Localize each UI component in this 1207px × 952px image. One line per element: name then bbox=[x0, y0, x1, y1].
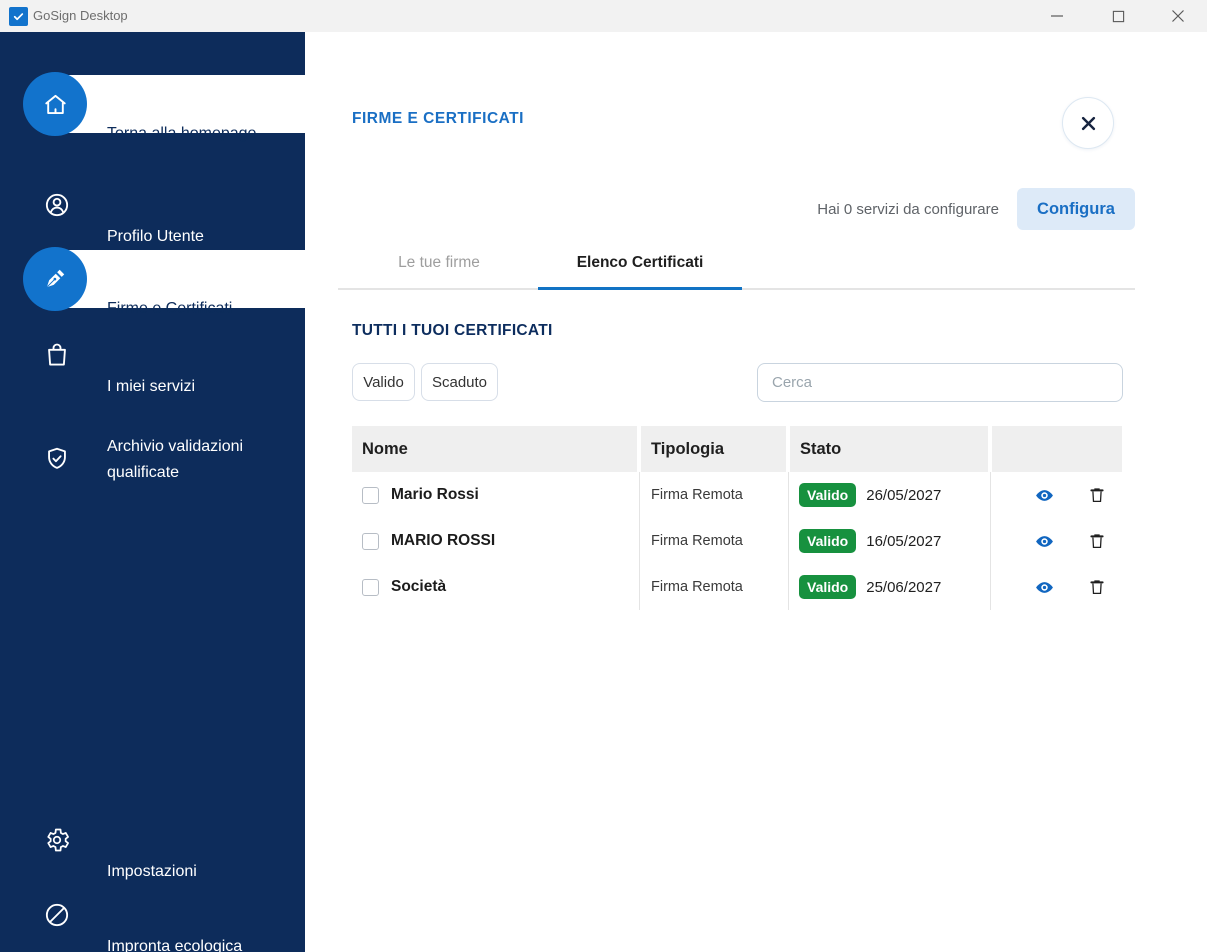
table-body: Mario Rossi Firma Remota Valido 26/05/20… bbox=[352, 472, 1122, 610]
pen-nib-icon bbox=[42, 266, 68, 292]
column-header-stato: Stato bbox=[790, 426, 988, 472]
eye-icon bbox=[1035, 532, 1054, 551]
certificate-type: Firma Remota bbox=[641, 472, 786, 518]
certificates-table: Nome Tipologia Stato Mario Rossi Firma R… bbox=[352, 426, 1122, 610]
shield-check-icon bbox=[43, 445, 71, 473]
certificate-name: Società bbox=[391, 578, 446, 596]
close-window-icon bbox=[1171, 9, 1185, 23]
row-checkbox[interactable] bbox=[362, 579, 379, 596]
main-content: FIRME E CERTIFICATI Hai 0 servizi da con… bbox=[305, 32, 1207, 952]
certificate-type: Firma Remota bbox=[641, 564, 786, 610]
eye-icon bbox=[1035, 486, 1054, 505]
close-icon bbox=[1081, 116, 1096, 131]
table-row: MARIO ROSSI Firma Remota Valido 16/05/20… bbox=[352, 518, 1122, 564]
delete-certificate-button[interactable] bbox=[1087, 531, 1107, 551]
gear-icon bbox=[43, 826, 71, 854]
sidebar-item-label: I miei servizi bbox=[107, 374, 292, 400]
sidebar-item-label: Torna alla homepage bbox=[107, 125, 256, 143]
status-badge: Valido bbox=[799, 483, 856, 507]
expiry-date: 25/06/2027 bbox=[866, 579, 941, 596]
trash-icon bbox=[1088, 532, 1106, 550]
expiry-date: 16/05/2027 bbox=[866, 533, 941, 550]
delete-certificate-button[interactable] bbox=[1087, 577, 1107, 597]
search-input[interactable] bbox=[757, 363, 1123, 402]
tab-le-tue-firme[interactable]: Le tue firme bbox=[391, 251, 487, 275]
services-to-configure-text: Hai 0 servizi da configurare bbox=[817, 201, 999, 218]
pen-icon-circle bbox=[23, 247, 87, 311]
maximize-icon bbox=[1112, 10, 1125, 23]
home-icon-circle bbox=[23, 72, 87, 136]
sidebar-item-label: Firme e Certificati bbox=[107, 300, 232, 318]
shopping-bag-icon bbox=[43, 341, 71, 369]
home-icon bbox=[42, 91, 69, 118]
view-certificate-button[interactable] bbox=[1034, 531, 1054, 551]
expiry-date: 26/05/2027 bbox=[866, 487, 941, 504]
delete-certificate-button[interactable] bbox=[1087, 485, 1107, 505]
window-titlebar: GoSign Desktop bbox=[0, 0, 1207, 32]
configura-button[interactable]: Configura bbox=[1017, 188, 1135, 230]
column-header-tipologia: Tipologia bbox=[641, 426, 786, 472]
app-logo-icon bbox=[9, 7, 28, 26]
trash-icon bbox=[1088, 486, 1106, 504]
table-row: Mario Rossi Firma Remota Valido 26/05/20… bbox=[352, 472, 1122, 518]
row-checkbox[interactable] bbox=[362, 533, 379, 550]
services-row: Hai 0 servizi da configurare Configura bbox=[817, 188, 1135, 230]
close-window-button[interactable] bbox=[1158, 0, 1198, 32]
column-header-nome: Nome bbox=[352, 426, 637, 472]
view-certificate-button[interactable] bbox=[1034, 485, 1054, 505]
sidebar-item-label: Archivio validazioni qualificate bbox=[107, 434, 292, 486]
sidebar-item-label: Impronta ecologica bbox=[107, 934, 292, 952]
section-title: TUTTI I TUOI CERTIFICATI bbox=[352, 322, 553, 340]
column-separator bbox=[788, 472, 789, 610]
view-certificate-button[interactable] bbox=[1034, 577, 1054, 597]
table-row: Società Firma Remota Valido 25/06/2027 bbox=[352, 564, 1122, 610]
window-title: GoSign Desktop bbox=[33, 0, 128, 32]
user-circle-icon bbox=[43, 191, 71, 219]
certificate-type: Firma Remota bbox=[641, 518, 786, 564]
status-badge: Valido bbox=[799, 575, 856, 599]
minimize-button[interactable] bbox=[1037, 0, 1077, 32]
minimize-icon bbox=[1050, 9, 1064, 23]
page-title: FIRME E CERTIFICATI bbox=[352, 110, 524, 128]
row-checkbox[interactable] bbox=[362, 487, 379, 504]
certificate-name: Mario Rossi bbox=[391, 486, 479, 504]
leaf-icon bbox=[43, 901, 71, 929]
table-header: Nome Tipologia Stato bbox=[352, 426, 1122, 472]
tab-elenco-certificati[interactable]: Elenco Certificati bbox=[538, 251, 742, 275]
sidebar: Torna alla homepage Profilo Utente Firme… bbox=[0, 32, 305, 952]
filter-scaduto-button[interactable]: Scaduto bbox=[421, 363, 498, 401]
certificate-name: MARIO ROSSI bbox=[391, 532, 495, 550]
sidebar-item-label: Impostazioni bbox=[107, 859, 292, 885]
status-badge: Valido bbox=[799, 529, 856, 553]
close-panel-button[interactable] bbox=[1062, 97, 1114, 149]
maximize-button[interactable] bbox=[1098, 0, 1138, 32]
sidebar-item-label: Profilo Utente bbox=[107, 224, 292, 250]
eye-icon bbox=[1035, 578, 1054, 597]
filter-valido-button[interactable]: Valido bbox=[352, 363, 415, 401]
column-separator bbox=[990, 472, 991, 610]
active-tab-underline bbox=[538, 287, 742, 290]
column-separator bbox=[639, 472, 640, 610]
column-header-actions bbox=[992, 426, 1122, 472]
trash-icon bbox=[1088, 578, 1106, 596]
